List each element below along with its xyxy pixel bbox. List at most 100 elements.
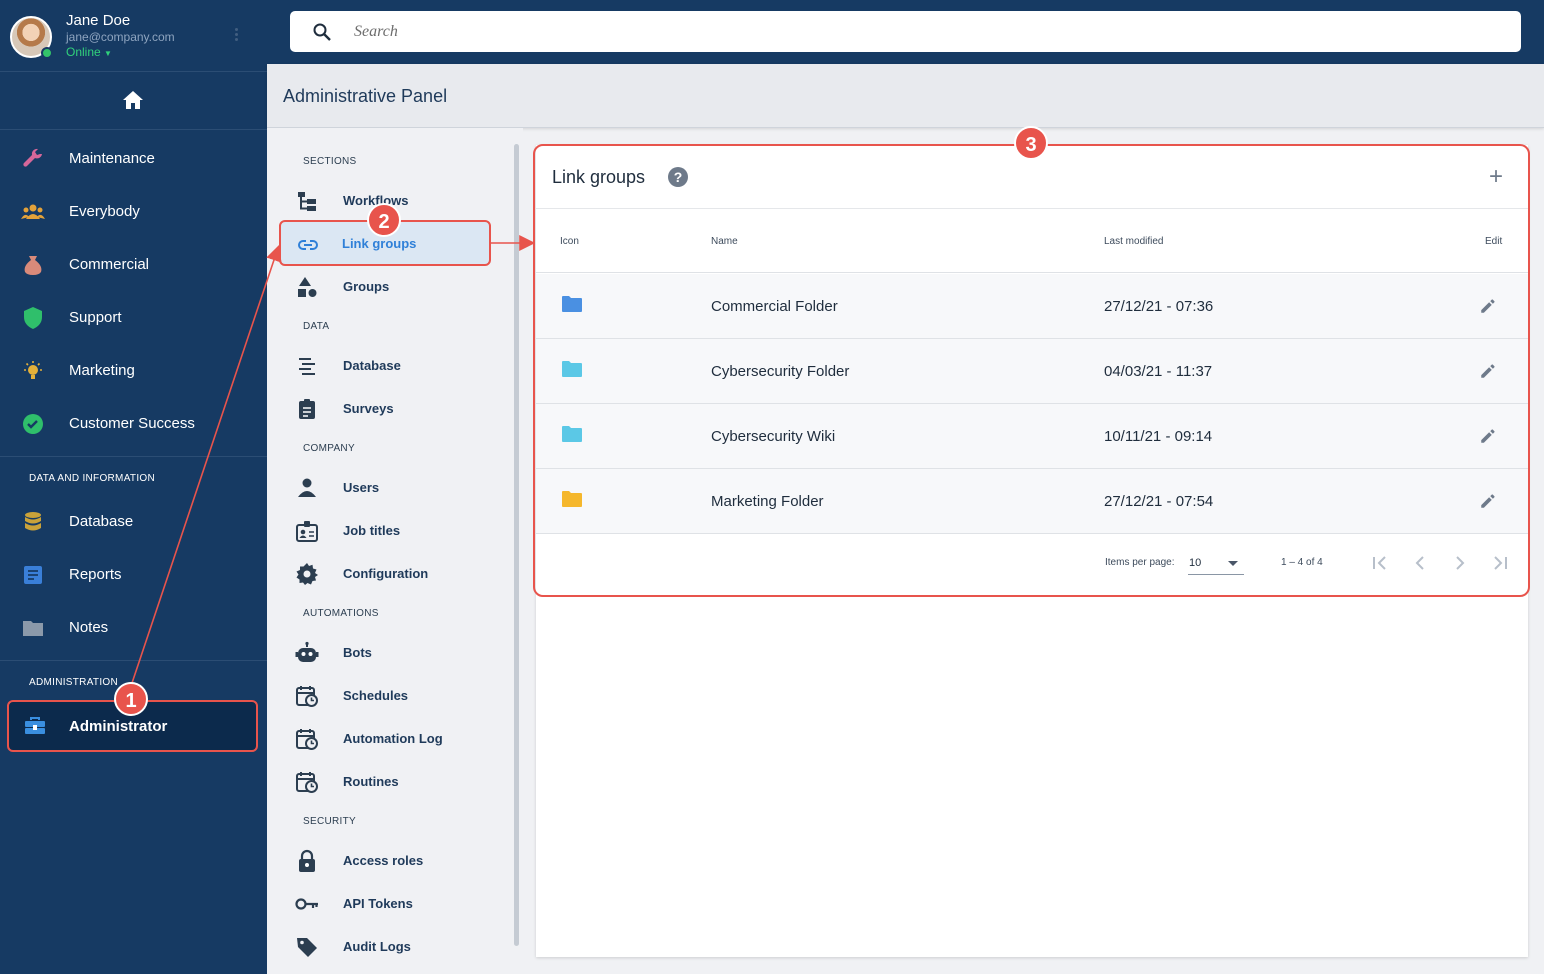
column-header-icon[interactable]: Icon bbox=[560, 236, 579, 247]
previous-page-icon[interactable] bbox=[1408, 551, 1432, 575]
row-last-modified: 04/03/21 - 11:37 bbox=[1104, 363, 1213, 380]
calendar-clock-icon bbox=[296, 729, 318, 750]
nav-item-label: Customer Success bbox=[69, 415, 195, 432]
gear-icon bbox=[296, 563, 318, 585]
nav-item-label: Commercial bbox=[69, 256, 150, 273]
avatar[interactable] bbox=[10, 16, 53, 59]
menu-item-configuration[interactable]: Configuration bbox=[281, 552, 491, 594]
items-per-page-value: 10 bbox=[1189, 557, 1202, 569]
annotation-badge-2: 2 bbox=[367, 203, 401, 237]
nav-item-label: Support bbox=[69, 309, 122, 326]
nav-item-label: Reports bbox=[69, 566, 122, 583]
nav-item-label: Administrator bbox=[69, 718, 168, 735]
nav-item-everybody[interactable]: Everybody bbox=[0, 188, 267, 236]
menu-item-label: Access roles bbox=[343, 853, 424, 868]
nav-item-notes[interactable]: Notes bbox=[0, 604, 267, 652]
table-row[interactable]: Cybersecurity Folder 04/03/21 - 11:37 bbox=[536, 339, 1528, 404]
search-input[interactable] bbox=[354, 20, 1454, 44]
row-name[interactable]: Marketing Folder bbox=[711, 493, 824, 510]
table-row[interactable]: Marketing Folder 27/12/21 - 07:54 bbox=[536, 469, 1528, 534]
robot-icon bbox=[295, 641, 319, 662]
menu-item-automation-log[interactable]: Automation Log bbox=[281, 717, 491, 759]
menu-item-access-roles[interactable]: Access roles bbox=[281, 839, 491, 881]
nav-item-label: Everybody bbox=[69, 203, 140, 220]
first-page-icon[interactable] bbox=[1368, 551, 1392, 575]
menu-item-audit-logs[interactable]: Audit Logs bbox=[281, 925, 491, 967]
table-row[interactable]: Cybersecurity Wiki 10/11/21 - 09:14 bbox=[536, 404, 1528, 469]
wrench-icon bbox=[23, 148, 42, 167]
user-status-label: Online bbox=[66, 45, 101, 59]
shapes-icon bbox=[298, 277, 317, 297]
edit-icon[interactable] bbox=[1479, 492, 1497, 510]
row-last-modified: 27/12/21 - 07:54 bbox=[1104, 493, 1214, 510]
annotation-badge-3: 3 bbox=[1014, 126, 1048, 160]
help-icon[interactable]: ? bbox=[668, 167, 688, 187]
edit-icon[interactable] bbox=[1479, 362, 1497, 380]
row-name[interactable]: Cybersecurity Wiki bbox=[711, 428, 835, 445]
column-header-last-modified[interactable]: Last modified bbox=[1104, 236, 1163, 247]
add-button[interactable]: + bbox=[1489, 165, 1503, 189]
row-last-modified: 10/11/21 - 09:14 bbox=[1104, 428, 1213, 445]
nav-item-support[interactable]: Support bbox=[0, 294, 267, 342]
page-range: 1 – 4 of 4 bbox=[1281, 557, 1323, 568]
menu-item-routines[interactable]: Routines bbox=[281, 760, 491, 802]
menu-item-label: Link groups bbox=[342, 236, 417, 251]
table-header: Icon Name Last modified Edit bbox=[536, 209, 1528, 273]
person-icon bbox=[298, 478, 316, 497]
row-name[interactable]: Cybersecurity Folder bbox=[711, 363, 849, 380]
row-name[interactable]: Commercial Folder bbox=[711, 298, 838, 315]
user-profile[interactable]: Jane Doe jane@company.com Online ▼ bbox=[0, 0, 267, 72]
nav-section-data-and-information: DATA AND INFORMATION bbox=[29, 473, 156, 484]
menu-item-job-titles[interactable]: Job titles bbox=[281, 509, 491, 551]
sections-menu: SECTIONS Workflows Link groups Groups DA… bbox=[267, 128, 523, 974]
home-button[interactable] bbox=[0, 72, 267, 130]
nav-item-commercial[interactable]: Commercial bbox=[0, 241, 267, 289]
section-header-sections: SECTIONS bbox=[303, 156, 357, 167]
menu-item-api-tokens[interactable]: API Tokens bbox=[281, 882, 491, 924]
last-page-icon[interactable] bbox=[1488, 551, 1512, 575]
nav-item-marketing[interactable]: Marketing bbox=[0, 347, 267, 395]
calendar-clock-icon bbox=[296, 686, 318, 707]
next-page-icon[interactable] bbox=[1448, 551, 1472, 575]
menu-item-label: Automation Log bbox=[343, 731, 443, 746]
search-bar[interactable] bbox=[290, 11, 1521, 52]
nav-item-database[interactable]: Database bbox=[0, 498, 267, 546]
check-circle-icon bbox=[23, 414, 43, 434]
items-per-page-label: Items per page: bbox=[1105, 557, 1175, 568]
menu-item-label: Users bbox=[343, 480, 380, 495]
edit-icon[interactable] bbox=[1479, 297, 1497, 315]
table-row[interactable]: Commercial Folder 27/12/21 - 07:36 bbox=[536, 274, 1528, 339]
workflow-icon bbox=[298, 192, 316, 211]
column-header-name[interactable]: Name bbox=[711, 236, 738, 247]
nav-item-customer-success[interactable]: Customer Success bbox=[0, 400, 267, 448]
menu-item-label: Configuration bbox=[343, 566, 429, 581]
calendar-clock-icon bbox=[296, 772, 318, 793]
menu-item-groups[interactable]: Groups bbox=[281, 265, 491, 307]
nav-item-reports[interactable]: Reports bbox=[0, 551, 267, 599]
tag-icon bbox=[297, 938, 317, 957]
menu-item-users[interactable]: Users bbox=[281, 466, 491, 508]
report-icon bbox=[24, 566, 42, 584]
page-title: Administrative Panel bbox=[283, 86, 448, 106]
folder-icon bbox=[562, 426, 582, 442]
people-icon bbox=[21, 204, 45, 219]
nav-item-maintenance[interactable]: Maintenance bbox=[0, 135, 267, 183]
paginator: Items per page: 10 1 – 4 of 4 bbox=[536, 533, 1528, 597]
key-icon bbox=[295, 898, 318, 910]
link-icon bbox=[298, 240, 318, 250]
user-status[interactable]: Online ▼ bbox=[66, 45, 112, 59]
menu-item-bots[interactable]: Bots bbox=[281, 631, 491, 673]
user-name: Jane Doe bbox=[66, 12, 131, 29]
menu-item-surveys[interactable]: Surveys bbox=[281, 387, 491, 429]
menu-item-schedules[interactable]: Schedules bbox=[281, 674, 491, 716]
items-per-page-select[interactable]: 10 bbox=[1188, 553, 1244, 575]
menu-item-database[interactable]: Database bbox=[281, 344, 491, 386]
folder-icon bbox=[562, 296, 582, 312]
section-header-data: DATA bbox=[303, 321, 330, 332]
title-bar: Administrative Panel bbox=[267, 64, 1544, 128]
edit-icon[interactable] bbox=[1479, 427, 1497, 445]
more-vert-icon[interactable] bbox=[232, 26, 240, 46]
sections-scrollbar[interactable] bbox=[514, 144, 519, 946]
menu-item-label: Groups bbox=[343, 279, 390, 294]
lock-icon bbox=[299, 849, 315, 872]
